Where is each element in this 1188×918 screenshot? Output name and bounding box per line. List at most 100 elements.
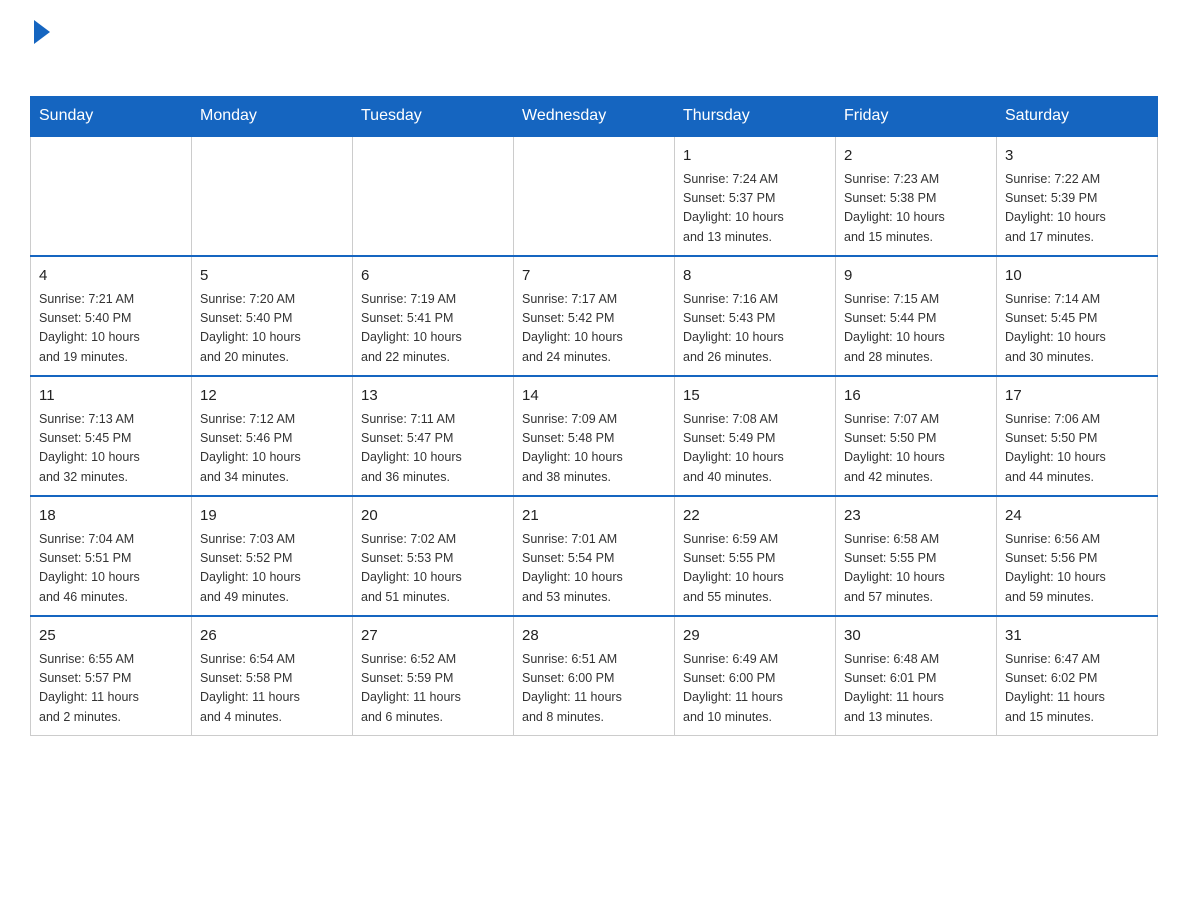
day-info: Sunrise: 6:51 AM Sunset: 6:00 PM Dayligh… [522, 650, 666, 728]
day-number: 5 [200, 265, 344, 288]
day-info: Sunrise: 7:02 AM Sunset: 5:53 PM Dayligh… [361, 530, 505, 608]
table-row [192, 136, 353, 256]
col-tuesday: Tuesday [353, 97, 514, 137]
col-monday: Monday [192, 97, 353, 137]
table-row: 4Sunrise: 7:21 AM Sunset: 5:40 PM Daylig… [31, 256, 192, 376]
day-number: 16 [844, 385, 988, 408]
page-header [30, 20, 1158, 78]
table-row: 21Sunrise: 7:01 AM Sunset: 5:54 PM Dayli… [514, 496, 675, 616]
day-number: 28 [522, 625, 666, 648]
table-row: 12Sunrise: 7:12 AM Sunset: 5:46 PM Dayli… [192, 376, 353, 496]
day-info: Sunrise: 7:01 AM Sunset: 5:54 PM Dayligh… [522, 530, 666, 608]
day-info: Sunrise: 7:24 AM Sunset: 5:37 PM Dayligh… [683, 170, 827, 248]
day-info: Sunrise: 7:22 AM Sunset: 5:39 PM Dayligh… [1005, 170, 1149, 248]
table-row: 29Sunrise: 6:49 AM Sunset: 6:00 PM Dayli… [675, 616, 836, 736]
day-info: Sunrise: 7:03 AM Sunset: 5:52 PM Dayligh… [200, 530, 344, 608]
table-row: 30Sunrise: 6:48 AM Sunset: 6:01 PM Dayli… [836, 616, 997, 736]
table-row: 28Sunrise: 6:51 AM Sunset: 6:00 PM Dayli… [514, 616, 675, 736]
day-number: 27 [361, 625, 505, 648]
day-info: Sunrise: 7:14 AM Sunset: 5:45 PM Dayligh… [1005, 290, 1149, 368]
day-number: 22 [683, 505, 827, 528]
day-number: 6 [361, 265, 505, 288]
table-row: 24Sunrise: 6:56 AM Sunset: 5:56 PM Dayli… [997, 496, 1158, 616]
day-info: Sunrise: 7:13 AM Sunset: 5:45 PM Dayligh… [39, 410, 183, 488]
table-row: 17Sunrise: 7:06 AM Sunset: 5:50 PM Dayli… [997, 376, 1158, 496]
day-info: Sunrise: 6:47 AM Sunset: 6:02 PM Dayligh… [1005, 650, 1149, 728]
day-info: Sunrise: 7:08 AM Sunset: 5:49 PM Dayligh… [683, 410, 827, 488]
day-number: 3 [1005, 145, 1149, 168]
day-info: Sunrise: 7:11 AM Sunset: 5:47 PM Dayligh… [361, 410, 505, 488]
table-row: 14Sunrise: 7:09 AM Sunset: 5:48 PM Dayli… [514, 376, 675, 496]
table-row: 18Sunrise: 7:04 AM Sunset: 5:51 PM Dayli… [31, 496, 192, 616]
day-number: 1 [683, 145, 827, 168]
col-friday: Friday [836, 97, 997, 137]
day-number: 25 [39, 625, 183, 648]
col-sunday: Sunday [31, 97, 192, 137]
day-number: 11 [39, 385, 183, 408]
calendar-week-row: 18Sunrise: 7:04 AM Sunset: 5:51 PM Dayli… [31, 496, 1158, 616]
table-row: 23Sunrise: 6:58 AM Sunset: 5:55 PM Dayli… [836, 496, 997, 616]
table-row: 13Sunrise: 7:11 AM Sunset: 5:47 PM Dayli… [353, 376, 514, 496]
day-info: Sunrise: 7:17 AM Sunset: 5:42 PM Dayligh… [522, 290, 666, 368]
calendar-week-row: 11Sunrise: 7:13 AM Sunset: 5:45 PM Dayli… [31, 376, 1158, 496]
calendar-week-row: 25Sunrise: 6:55 AM Sunset: 5:57 PM Dayli… [31, 616, 1158, 736]
day-info: Sunrise: 7:23 AM Sunset: 5:38 PM Dayligh… [844, 170, 988, 248]
day-number: 19 [200, 505, 344, 528]
day-info: Sunrise: 6:55 AM Sunset: 5:57 PM Dayligh… [39, 650, 183, 728]
day-number: 29 [683, 625, 827, 648]
col-saturday: Saturday [997, 97, 1158, 137]
table-row: 2Sunrise: 7:23 AM Sunset: 5:38 PM Daylig… [836, 136, 997, 256]
table-row: 26Sunrise: 6:54 AM Sunset: 5:58 PM Dayli… [192, 616, 353, 736]
col-wednesday: Wednesday [514, 97, 675, 137]
day-number: 30 [844, 625, 988, 648]
day-number: 9 [844, 265, 988, 288]
table-row: 22Sunrise: 6:59 AM Sunset: 5:55 PM Dayli… [675, 496, 836, 616]
calendar-week-row: 4Sunrise: 7:21 AM Sunset: 5:40 PM Daylig… [31, 256, 1158, 376]
day-info: Sunrise: 6:49 AM Sunset: 6:00 PM Dayligh… [683, 650, 827, 728]
day-number: 13 [361, 385, 505, 408]
day-info: Sunrise: 7:20 AM Sunset: 5:40 PM Dayligh… [200, 290, 344, 368]
day-number: 24 [1005, 505, 1149, 528]
day-number: 20 [361, 505, 505, 528]
table-row: 6Sunrise: 7:19 AM Sunset: 5:41 PM Daylig… [353, 256, 514, 376]
day-number: 7 [522, 265, 666, 288]
day-number: 2 [844, 145, 988, 168]
table-row [353, 136, 514, 256]
table-row: 1Sunrise: 7:24 AM Sunset: 5:37 PM Daylig… [675, 136, 836, 256]
table-row: 8Sunrise: 7:16 AM Sunset: 5:43 PM Daylig… [675, 256, 836, 376]
day-number: 23 [844, 505, 988, 528]
calendar-table: Sunday Monday Tuesday Wednesday Thursday… [30, 96, 1158, 736]
day-info: Sunrise: 6:59 AM Sunset: 5:55 PM Dayligh… [683, 530, 827, 608]
day-info: Sunrise: 7:07 AM Sunset: 5:50 PM Dayligh… [844, 410, 988, 488]
day-info: Sunrise: 6:52 AM Sunset: 5:59 PM Dayligh… [361, 650, 505, 728]
day-number: 21 [522, 505, 666, 528]
calendar-header-row: Sunday Monday Tuesday Wednesday Thursday… [31, 97, 1158, 137]
table-row: 31Sunrise: 6:47 AM Sunset: 6:02 PM Dayli… [997, 616, 1158, 736]
day-number: 8 [683, 265, 827, 288]
table-row: 5Sunrise: 7:20 AM Sunset: 5:40 PM Daylig… [192, 256, 353, 376]
calendar-week-row: 1Sunrise: 7:24 AM Sunset: 5:37 PM Daylig… [31, 136, 1158, 256]
day-number: 4 [39, 265, 183, 288]
col-thursday: Thursday [675, 97, 836, 137]
day-number: 31 [1005, 625, 1149, 648]
table-row: 20Sunrise: 7:02 AM Sunset: 5:53 PM Dayli… [353, 496, 514, 616]
day-info: Sunrise: 6:54 AM Sunset: 5:58 PM Dayligh… [200, 650, 344, 728]
day-number: 12 [200, 385, 344, 408]
table-row: 7Sunrise: 7:17 AM Sunset: 5:42 PM Daylig… [514, 256, 675, 376]
table-row: 19Sunrise: 7:03 AM Sunset: 5:52 PM Dayli… [192, 496, 353, 616]
table-row: 15Sunrise: 7:08 AM Sunset: 5:49 PM Dayli… [675, 376, 836, 496]
table-row: 16Sunrise: 7:07 AM Sunset: 5:50 PM Dayli… [836, 376, 997, 496]
day-info: Sunrise: 6:56 AM Sunset: 5:56 PM Dayligh… [1005, 530, 1149, 608]
table-row [31, 136, 192, 256]
table-row: 10Sunrise: 7:14 AM Sunset: 5:45 PM Dayli… [997, 256, 1158, 376]
day-info: Sunrise: 7:21 AM Sunset: 5:40 PM Dayligh… [39, 290, 183, 368]
logo [30, 20, 50, 78]
day-number: 10 [1005, 265, 1149, 288]
day-info: Sunrise: 6:58 AM Sunset: 5:55 PM Dayligh… [844, 530, 988, 608]
day-info: Sunrise: 6:48 AM Sunset: 6:01 PM Dayligh… [844, 650, 988, 728]
logo-arrow-icon [34, 20, 50, 44]
table-row [514, 136, 675, 256]
day-info: Sunrise: 7:15 AM Sunset: 5:44 PM Dayligh… [844, 290, 988, 368]
table-row: 11Sunrise: 7:13 AM Sunset: 5:45 PM Dayli… [31, 376, 192, 496]
day-info: Sunrise: 7:04 AM Sunset: 5:51 PM Dayligh… [39, 530, 183, 608]
